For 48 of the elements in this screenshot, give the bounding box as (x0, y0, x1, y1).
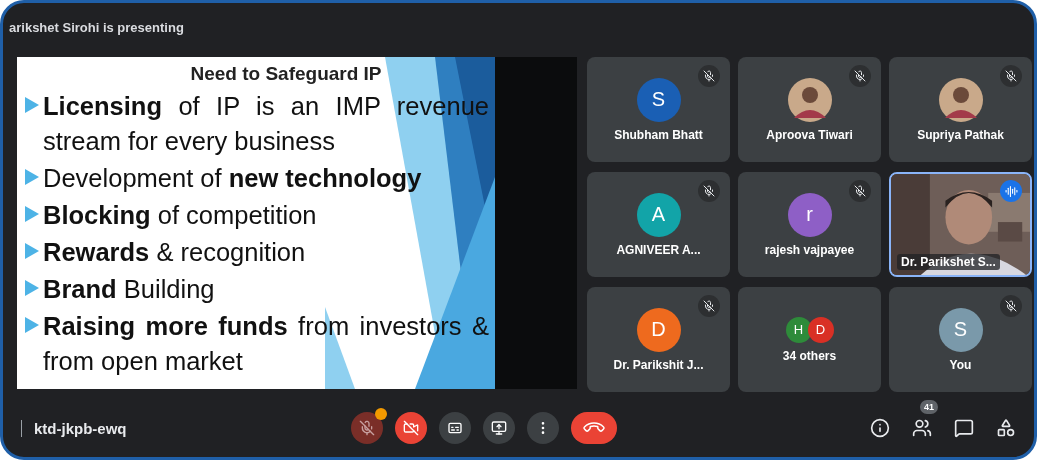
participant-tile[interactable]: Supriya Pathak (889, 57, 1032, 162)
participant-tile[interactable]: r rajesh vajpayee (738, 172, 881, 277)
participant-tile[interactable]: Aproova Tiwari (738, 57, 881, 162)
participant-name: You (949, 357, 972, 372)
participant-name: rajesh vajpayee (764, 242, 855, 257)
slide-bullet: Brand Building (43, 274, 216, 305)
captions-button[interactable] (439, 412, 471, 444)
avatar: A (636, 192, 681, 237)
participant-name: Dr. Parikshit J... (613, 357, 704, 372)
avatar: r (787, 192, 832, 237)
participant-tile[interactable]: H D 34 others (738, 287, 881, 392)
avatar: D (636, 307, 681, 352)
bullet-icon (23, 167, 41, 187)
participant-name: AGNIVEER A... (616, 242, 701, 257)
more-button[interactable] (527, 412, 559, 444)
slide-bullet: Development of new technology (43, 163, 423, 194)
participant-tile[interactable]: S Shubham Bhatt (587, 57, 730, 162)
presenter-label: arikshet Sirohi is presenting (9, 19, 184, 35)
meeting-code: ktd-jkpb-ewq (21, 419, 351, 437)
bullet-icon (23, 204, 41, 224)
participant-tile[interactable]: A AGNIVEER A... (587, 172, 730, 277)
participant-name: Aproova Tiwari (766, 127, 853, 142)
bullet-icon (23, 241, 41, 261)
bullet-icon (23, 315, 41, 335)
present-screen-icon (491, 420, 507, 436)
participant-name: Supriya Pathak (917, 127, 1004, 142)
avatar: D (807, 316, 834, 343)
avatar: S (636, 77, 681, 122)
avatar: S (938, 307, 983, 352)
participant-tile[interactable]: Dr. Parikshet S... (889, 172, 1032, 277)
participant-name: Dr. Parikshet S... (897, 254, 1000, 270)
leave-call-button[interactable] (571, 412, 617, 444)
microphone-off-icon (359, 420, 375, 436)
bullet-icon (23, 278, 41, 298)
camera-button[interactable] (395, 412, 427, 444)
participant-name: 34 others (782, 348, 837, 363)
participant-tile[interactable]: D Dr. Parikshit J... (587, 287, 730, 392)
slide-bullet: Blocking of competition (43, 200, 318, 231)
slide-bullet: Rewards & recognition (43, 237, 307, 268)
participant-tile[interactable]: S You (889, 287, 1032, 392)
count-badge: 41 (920, 400, 938, 414)
participant-name: Shubham Bhatt (614, 127, 703, 142)
camera-off-icon (403, 420, 419, 436)
present-button[interactable] (483, 412, 515, 444)
captions-icon (447, 420, 463, 436)
bullet-icon (23, 95, 41, 115)
slide-title: Need to Safeguard IP (190, 63, 382, 85)
avatar: H (785, 316, 812, 343)
